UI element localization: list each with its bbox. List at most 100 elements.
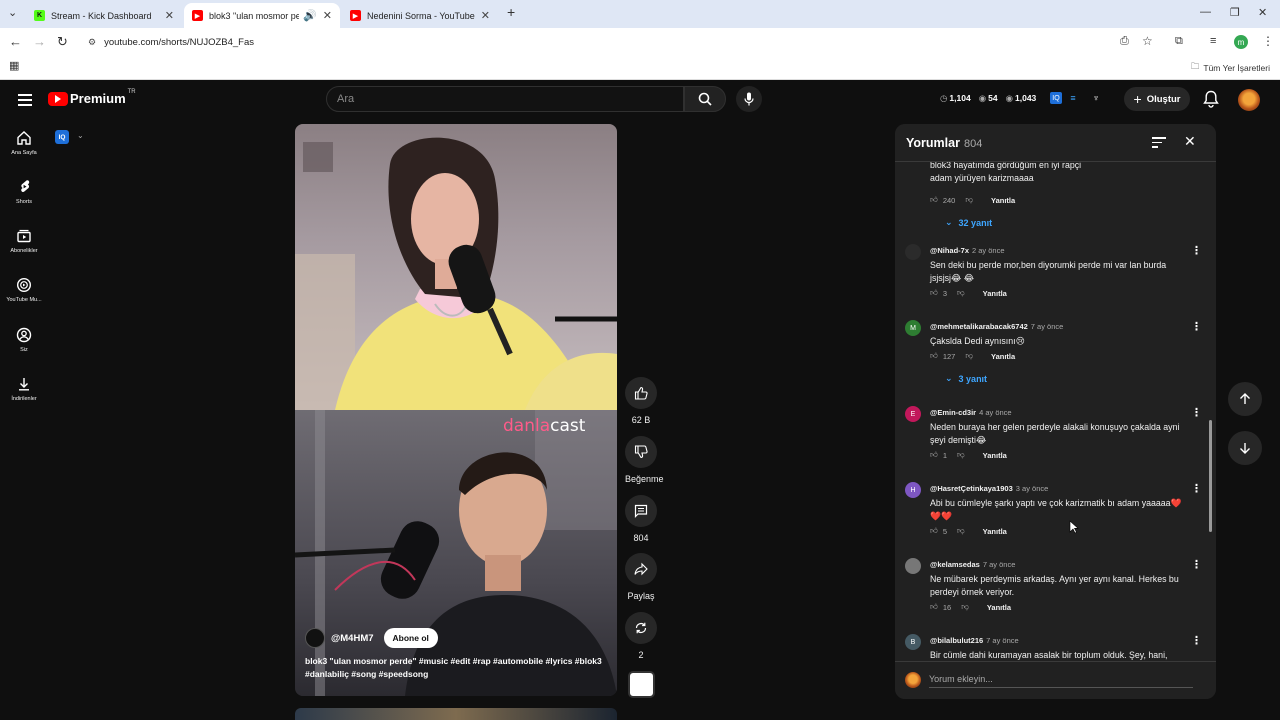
close-tab-icon[interactable]: ✕: [165, 9, 174, 22]
comment-dislike-button[interactable]: 👎︎: [957, 450, 965, 460]
commenter-avatar[interactable]: H: [905, 482, 921, 498]
more-options-icon[interactable]: ⋮: [1191, 406, 1202, 419]
comment-author[interactable]: @Nihad-7x: [930, 246, 969, 255]
more-options-icon[interactable]: ⋮: [1191, 244, 1202, 257]
trophy-extension-icon[interactable]: ♆: [1090, 92, 1102, 104]
extensions-icon[interactable]: ⧉: [1175, 35, 1183, 48]
voice-search-button[interactable]: [736, 86, 762, 112]
comment-like-button[interactable]: 👍︎ 3: [930, 288, 947, 298]
sidebar-item-youtube-music[interactable]: YouTube Mu...: [0, 277, 48, 303]
comment-dislike-button[interactable]: 👎︎: [965, 195, 973, 205]
comment-time[interactable]: 4 ay önce: [979, 408, 1012, 417]
comment-dislike-button[interactable]: 👎︎: [957, 288, 965, 298]
commenter-avatar[interactable]: B: [905, 634, 921, 650]
reply-button[interactable]: Yanıtla: [987, 603, 1011, 612]
new-tab-button[interactable]: +: [507, 4, 515, 20]
comment-like-button[interactable]: 👍︎ 240: [930, 195, 955, 205]
view-replies-button[interactable]: ⌄ 32 yanıt: [945, 217, 992, 228]
browser-menu-icon[interactable]: ⋮: [1262, 34, 1274, 48]
restore-button[interactable]: ❐: [1230, 6, 1240, 19]
sidebar-item-downloads[interactable]: İndirilenler: [0, 376, 48, 402]
sidebar-item-shorts[interactable]: Shorts: [0, 179, 48, 205]
commenter-avatar[interactable]: [905, 244, 921, 260]
more-options-icon[interactable]: ⋮: [1191, 558, 1202, 571]
comment-like-button[interactable]: 👍︎ 16: [930, 602, 951, 612]
menu-icon[interactable]: [18, 94, 32, 109]
comment-time[interactable]: 7 ay önce: [1031, 322, 1064, 331]
close-tab-icon[interactable]: ✕: [323, 9, 332, 22]
channel-name[interactable]: @M4HM7: [331, 633, 374, 644]
account-avatar[interactable]: [1238, 89, 1260, 111]
comment-like-button[interactable]: 👍︎ 5: [930, 526, 947, 536]
minimize-button[interactable]: —: [1200, 6, 1211, 18]
reply-button[interactable]: Yanıtla: [983, 289, 1007, 298]
site-info-icon[interactable]: ⚙: [88, 37, 96, 48]
scrollbar[interactable]: [1209, 420, 1212, 532]
notifications-button[interactable]: [1203, 90, 1219, 113]
next-short-button[interactable]: [1228, 431, 1262, 465]
reply-button[interactable]: Yanıtla: [983, 451, 1007, 460]
comment-time[interactable]: 7 ay önce: [986, 636, 1019, 645]
more-options-icon[interactable]: ⋮: [1191, 320, 1202, 333]
tab-nedenini-sorma[interactable]: ▶ Nedenini Sorma - YouTube ✕: [342, 3, 498, 28]
view-replies-button[interactable]: ⌄ 3 yanıt: [945, 373, 987, 384]
commenter-avatar[interactable]: [905, 558, 921, 574]
comment-author[interactable]: @bilalbulut216: [930, 636, 983, 645]
sidebar-item-subscriptions[interactable]: Abonelikler: [0, 228, 48, 254]
reading-list-icon[interactable]: ≡: [1210, 35, 1216, 47]
create-button[interactable]: + Oluştur: [1124, 87, 1190, 111]
commenter-avatar[interactable]: E: [905, 406, 921, 422]
reply-button[interactable]: Yanıtla: [991, 196, 1015, 205]
add-comment-input[interactable]: Yorum ekleyin...: [929, 674, 1193, 688]
dislike-button[interactable]: Beğenme: [625, 436, 664, 484]
commenter-avatar[interactable]: M: [905, 320, 921, 336]
comment-dislike-button[interactable]: 👎︎: [965, 351, 973, 361]
comment-time[interactable]: 7 ay önce: [983, 560, 1016, 569]
remix-button[interactable]: 2: [625, 612, 657, 660]
comment-author[interactable]: @kelamsedas: [930, 560, 980, 569]
comment-dislike-button[interactable]: 👎︎: [961, 602, 969, 612]
sidebar-item-you[interactable]: Siz: [0, 327, 48, 353]
profile-avatar[interactable]: m: [1234, 35, 1248, 49]
reload-icon[interactable]: ↻: [57, 34, 68, 50]
short-caption[interactable]: blok3 "ulan mosmor perde" #music #edit #…: [305, 655, 605, 681]
install-app-icon[interactable]: ⎙: [1120, 35, 1129, 48]
tab-blok3-short[interactable]: ▶ blok3 "ulan mosmor perde" 🔊 ✕: [184, 3, 340, 28]
sound-thumbnail[interactable]: [628, 671, 655, 698]
comment-time[interactable]: 3 ay önce: [1016, 484, 1049, 493]
url-field[interactable]: ⚙ youtube.com/shorts/NUJOZB4_Fas: [80, 31, 1160, 53]
tab-search-icon[interactable]: ⌄: [8, 6, 17, 19]
reply-button[interactable]: Yanıtla: [983, 527, 1007, 536]
next-short-preview[interactable]: [295, 708, 617, 720]
close-icon[interactable]: ✕: [1184, 133, 1196, 150]
reply-button[interactable]: Yanıtla: [991, 352, 1015, 361]
sort-icon[interactable]: [1152, 137, 1166, 151]
sidebar-item-home[interactable]: Ana Sayfa: [0, 130, 48, 156]
apps-grid-icon[interactable]: ▦: [9, 59, 19, 72]
comment-author[interactable]: @Emin-cd3ir: [930, 408, 976, 417]
more-options-icon[interactable]: ⋮: [1191, 634, 1202, 647]
iq-extension-icon[interactable]: IQ: [1050, 92, 1062, 104]
comment-time[interactable]: 2 ay önce: [972, 246, 1005, 255]
search-input[interactable]: Ara: [326, 86, 684, 112]
close-window-button[interactable]: ✕: [1258, 6, 1267, 19]
comment-dislike-button[interactable]: 👎︎: [957, 526, 965, 536]
share-button[interactable]: Paylaş: [625, 553, 657, 601]
comment-author[interactable]: @HasretÇetinkaya1903: [930, 484, 1013, 493]
speaker-icon[interactable]: 🔊: [303, 9, 317, 22]
iq-extension-badge[interactable]: IQ: [55, 130, 69, 144]
comments-button[interactable]: 804: [625, 495, 657, 543]
back-arrow-icon[interactable]: ←: [9, 34, 22, 49]
list-extension-icon[interactable]: ≡: [1067, 92, 1079, 104]
comment-author[interactable]: @mehmetalikarabacak6742: [930, 322, 1028, 331]
tab-kick-dashboard[interactable]: K Stream - Kick Dashboard ✕: [26, 3, 182, 28]
close-tab-icon[interactable]: ✕: [481, 9, 490, 22]
comment-like-button[interactable]: 👍︎ 127: [930, 351, 955, 361]
like-button[interactable]: 62 B: [625, 377, 657, 425]
search-button[interactable]: [684, 86, 726, 112]
more-options-icon[interactable]: ⋮: [1191, 482, 1202, 495]
forward-arrow-icon[interactable]: →: [33, 34, 46, 49]
comment-like-button[interactable]: 👍︎ 1: [930, 450, 947, 460]
subscribe-button[interactable]: Abone ol: [383, 628, 438, 648]
previous-short-button[interactable]: [1228, 382, 1262, 416]
